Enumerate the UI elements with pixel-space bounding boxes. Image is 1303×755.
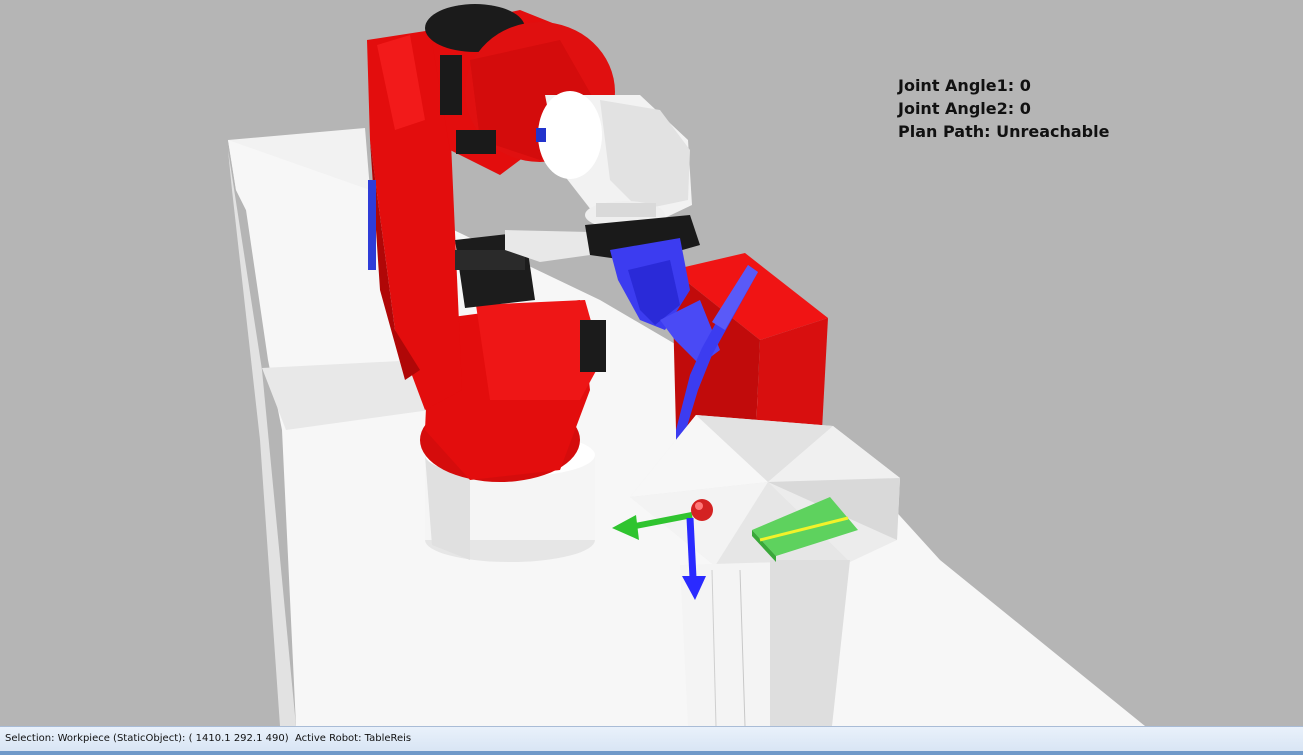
robot-info-overlay: Joint Angle1: 0 Joint Angle2: 0 Plan Pat… bbox=[898, 74, 1109, 143]
3d-viewport[interactable]: Joint Angle1: 0 Joint Angle2: 0 Plan Pat… bbox=[0, 0, 1303, 726]
status-bar-accent bbox=[0, 751, 1303, 755]
gizmo-origin-handle[interactable] bbox=[691, 499, 713, 521]
plan-path-value: Unreachable bbox=[996, 122, 1110, 141]
plan-path-label: Plan Path: bbox=[898, 122, 991, 141]
joint-angle2-value: 0 bbox=[1019, 99, 1031, 118]
joint-angle2-label: Joint Angle2: bbox=[898, 99, 1015, 118]
status-bar: Selection: Workpiece (StaticObject): ( 1… bbox=[0, 726, 1303, 755]
joint-angle2-row: Joint Angle2: 0 bbox=[898, 97, 1109, 120]
joint-angle1-label: Joint Angle1: bbox=[898, 76, 1015, 95]
status-text: Selection: Workpiece (StaticObject): ( 1… bbox=[5, 733, 412, 744]
joint-angle1-value: 0 bbox=[1019, 76, 1031, 95]
joint-angle1-row: Joint Angle1: 0 bbox=[898, 74, 1109, 97]
plan-path-row: Plan Path: Unreachable bbox=[898, 120, 1109, 143]
